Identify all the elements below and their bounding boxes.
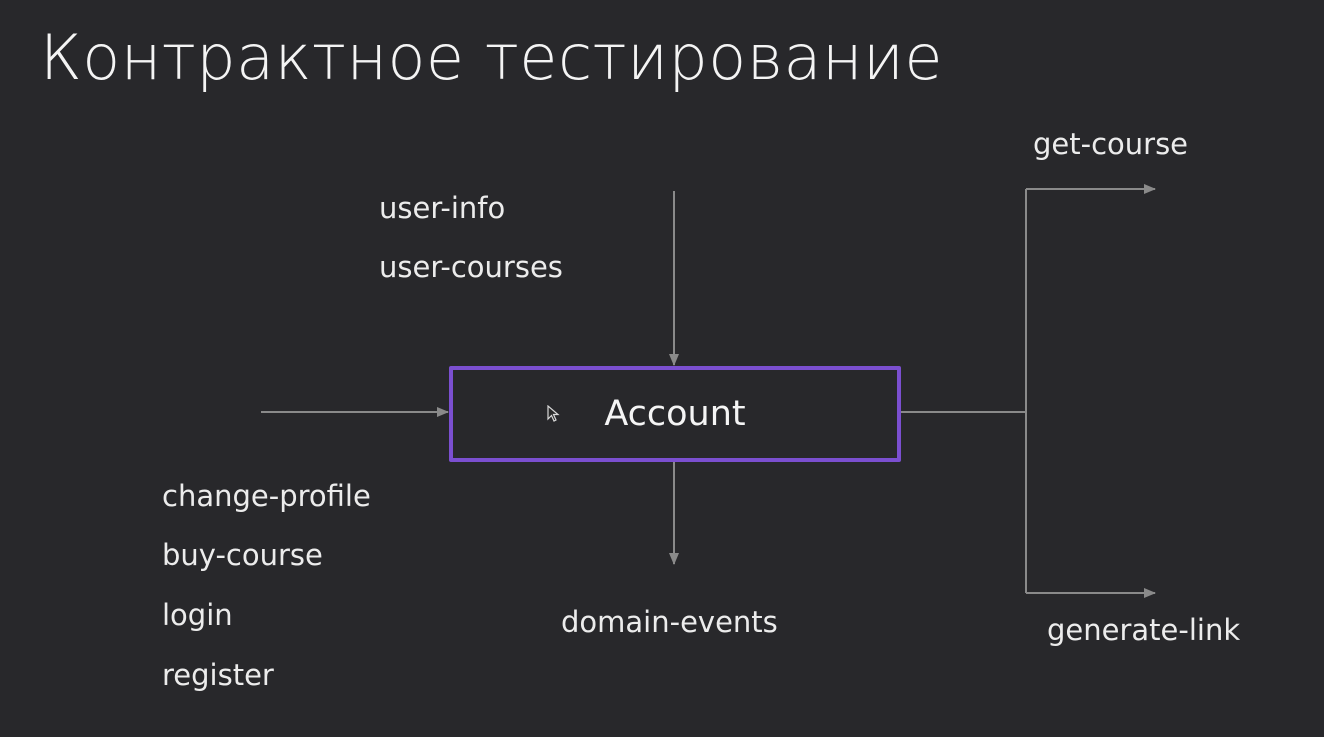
right-output-get-course: get-course xyxy=(1033,127,1189,161)
bottom-output-domain-events: domain-events xyxy=(561,605,778,639)
left-input-register: register xyxy=(162,658,274,692)
account-node: Account xyxy=(449,366,901,462)
left-input-login: login xyxy=(162,598,233,632)
top-input-user-courses: user-courses xyxy=(379,250,563,284)
top-input-user-info: user-info xyxy=(379,191,506,225)
mouse-cursor-icon xyxy=(547,405,560,422)
left-input-buy-course: buy-course xyxy=(162,538,323,572)
account-node-label: Account xyxy=(604,394,746,434)
left-input-change-profile: change-profile xyxy=(162,479,371,513)
right-output-generate-link: generate-link xyxy=(1047,613,1241,647)
